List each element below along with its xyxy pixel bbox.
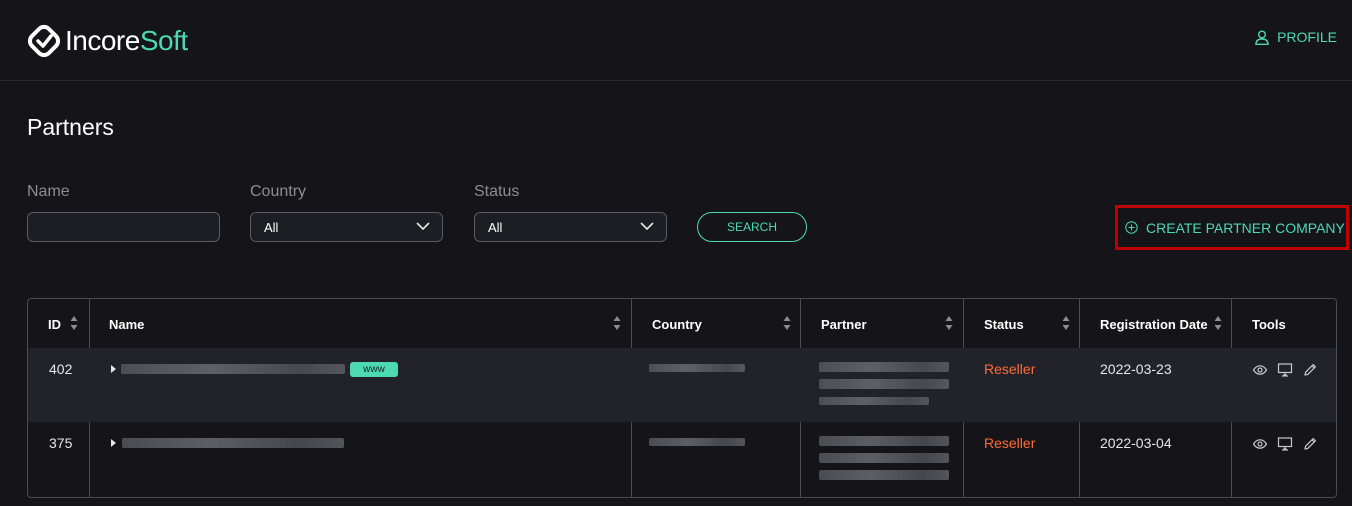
- plus-circle-icon: [1125, 221, 1138, 234]
- sort-icon[interactable]: [783, 315, 791, 331]
- redacted-partner: [819, 379, 949, 389]
- filter-status-label: Status: [474, 183, 520, 200]
- logo-text-soft: Soft: [139, 25, 188, 56]
- sort-icon[interactable]: [70, 315, 78, 331]
- pencil-icon[interactable]: [1302, 362, 1318, 378]
- filter-status: Status All: [474, 182, 667, 242]
- column-header-name[interactable]: Name: [109, 317, 144, 332]
- profile-label: PROFILE: [1277, 29, 1337, 45]
- caret-right-icon[interactable]: [111, 439, 116, 447]
- monitor-icon[interactable]: [1277, 436, 1293, 452]
- redacted-country: [649, 438, 745, 446]
- redacted-partner: [819, 397, 929, 405]
- redacted-name: [121, 364, 345, 374]
- profile-link[interactable]: PROFILE: [1255, 29, 1337, 45]
- logo-text-incore: Incore: [65, 25, 140, 56]
- page-title: Partners: [27, 114, 114, 140]
- user-icon: [1255, 30, 1269, 45]
- app-header: IncoreSoft PROFILE: [0, 0, 1352, 81]
- column-header-id[interactable]: ID: [48, 317, 61, 332]
- cell-registration-date: 2022-03-23: [1100, 361, 1172, 377]
- logo[interactable]: IncoreSoft: [27, 24, 188, 58]
- sort-icon[interactable]: [945, 315, 953, 331]
- search-button[interactable]: SEARCH: [697, 212, 807, 242]
- cell-registration-date: 2022-03-04: [1100, 435, 1172, 451]
- chevron-down-icon: [416, 222, 430, 231]
- www-badge[interactable]: www: [350, 362, 398, 377]
- column-header-tools: Tools: [1252, 317, 1286, 332]
- redacted-name: [122, 438, 344, 448]
- caret-right-icon[interactable]: [111, 365, 116, 373]
- monitor-icon[interactable]: [1277, 362, 1293, 378]
- cell-id: 402: [49, 361, 73, 377]
- table-header-row: ID Name Country Partner Status Registrat…: [28, 299, 1336, 348]
- row-tools: [1252, 436, 1318, 452]
- cell-status: Reseller: [984, 435, 1036, 451]
- country-select-value: All: [264, 220, 279, 235]
- name-input[interactable]: [27, 212, 220, 242]
- row-tools: [1252, 362, 1318, 378]
- cell-status: Reseller: [984, 361, 1036, 377]
- eye-icon[interactable]: [1252, 436, 1268, 452]
- column-header-status[interactable]: Status: [984, 317, 1024, 332]
- partners-table: ID Name Country Partner Status Registrat…: [27, 298, 1337, 498]
- redacted-partner: [819, 436, 949, 446]
- status-select[interactable]: All: [474, 212, 667, 242]
- filter-name-label: Name: [27, 183, 70, 200]
- chevron-down-icon: [640, 222, 654, 231]
- sort-icon[interactable]: [613, 315, 621, 331]
- create-partner-company-label: CREATE PARTNER COMPANY: [1146, 219, 1345, 236]
- column-header-partner[interactable]: Partner: [821, 317, 867, 332]
- status-select-value: All: [488, 220, 503, 235]
- logo-mark-icon: [27, 24, 61, 58]
- redacted-partner: [819, 453, 949, 463]
- country-select[interactable]: All: [250, 212, 443, 242]
- sort-icon[interactable]: [1062, 315, 1070, 331]
- redacted-country: [649, 364, 745, 372]
- filter-country: Country All: [250, 182, 443, 242]
- filter-country-label: Country: [250, 183, 307, 200]
- cell-id: 375: [49, 435, 73, 451]
- table-row[interactable]: 402 www Reseller 2022-03-23: [28, 348, 1336, 422]
- pencil-icon[interactable]: [1302, 436, 1318, 452]
- eye-icon[interactable]: [1252, 362, 1268, 378]
- redacted-partner: [819, 362, 949, 372]
- redacted-partner: [819, 470, 949, 480]
- sort-icon[interactable]: [1214, 315, 1222, 331]
- column-header-registration-date[interactable]: Registration Date: [1100, 317, 1208, 332]
- logo-text: IncoreSoft: [65, 24, 188, 58]
- filter-name: Name: [27, 182, 220, 242]
- create-partner-company-button[interactable]: CREATE PARTNER COMPANY: [1115, 205, 1349, 250]
- table-row[interactable]: 375 Reseller 2022-03-04: [28, 422, 1336, 497]
- column-header-country[interactable]: Country: [652, 317, 702, 332]
